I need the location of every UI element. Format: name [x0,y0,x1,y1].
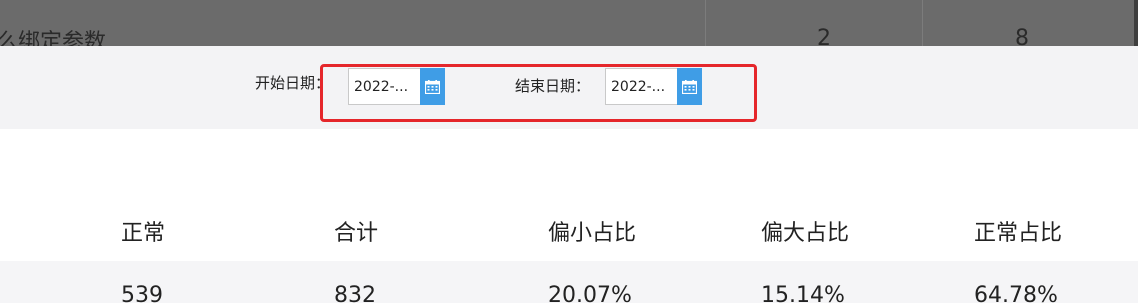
column-divider [922,0,923,46]
column-header-low-ratio: 偏小占比 [548,221,637,246]
table-header-row: 正常 合计 偏小占比 偏大占比 正常占比 [0,195,1138,261]
column-header-normal: 正常 [121,221,166,246]
table-row: 539 832 20.07% 15.14% 64.78% [0,261,1138,308]
table-cell: 539 [121,283,163,308]
table-cell: 832 [334,283,376,308]
column-header-high-ratio: 偏大占比 [761,221,850,246]
start-date-label: 开始日期： [255,74,331,92]
scrollbar-edge [1134,0,1138,46]
table-cell: 64.78% [974,283,1058,308]
table-cell: 20.07% [548,283,632,308]
column-header-normal-ratio: 正常占比 [974,221,1063,246]
table-cell: 15.14% [761,283,845,308]
column-header-total: 合计 [334,221,379,246]
highlight-annotation-box [320,64,757,122]
background-table-overlay: 么绑定参数 2 8 [0,0,1138,55]
column-divider [705,0,706,46]
